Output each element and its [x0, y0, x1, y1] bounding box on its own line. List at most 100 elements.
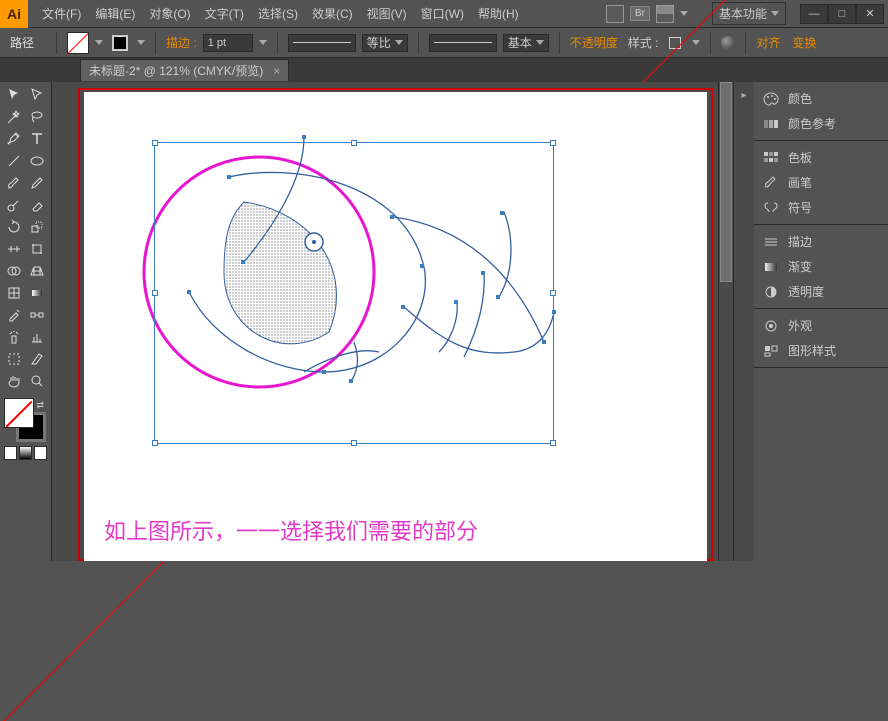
stroke-weight-input[interactable]: [203, 34, 253, 52]
transform-link[interactable]: 变换: [792, 34, 816, 51]
menu-window[interactable]: 窗口(W): [415, 1, 470, 26]
bbox-handle-s[interactable]: [351, 440, 357, 446]
stroke-weight-dd[interactable]: [259, 40, 267, 45]
canvas-area[interactable]: 如上图所示，一一选择我们需要的部分: [52, 82, 733, 561]
symbol-sprayer-tool[interactable]: [2, 326, 26, 348]
hand-tool[interactable]: [2, 370, 26, 392]
vertical-scrollbar[interactable]: [718, 82, 733, 561]
type-tool[interactable]: [26, 128, 50, 150]
scale-tool[interactable]: [26, 216, 50, 238]
panel-color[interactable]: 颜色: [754, 86, 888, 111]
panel-gradient[interactable]: 渐变: [754, 254, 888, 279]
swap-fill-stroke-icon[interactable]: ⇄: [36, 400, 44, 411]
stroke-label[interactable]: 描边 :: [166, 34, 197, 51]
window-close[interactable]: ✕: [856, 4, 884, 24]
layout-icon[interactable]: [606, 5, 624, 23]
paintbrush-tool[interactable]: [2, 172, 26, 194]
document-tab[interactable]: 未标题-2* @ 121% (CMYK/预览) ×: [80, 59, 289, 81]
menu-file[interactable]: 文件(F): [36, 1, 87, 26]
color-guide-icon: [762, 116, 780, 132]
title-bar: Ai 文件(F) 编辑(E) 对象(O) 文字(T) 选择(S) 效果(C) 视…: [0, 0, 888, 28]
style-dd[interactable]: [692, 40, 700, 45]
bbox-handle-ne[interactable]: [550, 140, 556, 146]
magic-wand-tool[interactable]: [2, 106, 26, 128]
fill-dd[interactable]: [95, 40, 103, 45]
line-tool[interactable]: [2, 150, 26, 172]
brush-dd[interactable]: 基本: [503, 34, 549, 52]
panel-stroke[interactable]: 描边: [754, 229, 888, 254]
width-tool[interactable]: [2, 238, 26, 260]
document-tab-bar: 未标题-2* @ 121% (CMYK/预览) ×: [0, 58, 888, 82]
window-minimize[interactable]: —: [800, 4, 828, 24]
menu-help[interactable]: 帮助(H): [472, 1, 525, 26]
stroke-swatch[interactable]: [109, 32, 131, 54]
recolor-button[interactable]: [721, 36, 735, 50]
bbox-handle-sw[interactable]: [152, 440, 158, 446]
panel-label: 色板: [788, 149, 812, 166]
panel-brushes[interactable]: 画笔: [754, 170, 888, 195]
fill-swatch[interactable]: [67, 32, 89, 54]
panel-appearance[interactable]: 外观: [754, 313, 888, 338]
menu-view[interactable]: 视图(V): [361, 1, 413, 26]
zoom-tool[interactable]: [26, 370, 50, 392]
mesh-tool[interactable]: [2, 282, 26, 304]
none-mode-btn[interactable]: [34, 446, 47, 460]
menu-select[interactable]: 选择(S): [252, 1, 304, 26]
panel-collapse-button[interactable]: ▸: [737, 88, 751, 102]
arrange-dd-arrow[interactable]: [680, 11, 688, 16]
ellipse-tool[interactable]: [26, 150, 50, 172]
width-ratio-dd[interactable]: 等比: [362, 34, 408, 52]
bbox-handle-e[interactable]: [550, 290, 556, 296]
gradient-mode-btn[interactable]: [19, 446, 32, 460]
slice-tool[interactable]: [26, 348, 50, 370]
brush-definition[interactable]: [429, 34, 497, 52]
free-transform-tool[interactable]: [26, 238, 50, 260]
blob-brush-tool[interactable]: [2, 194, 26, 216]
main-area: ⇄: [0, 82, 888, 561]
shape-builder-tool[interactable]: [2, 260, 26, 282]
direct-selection-tool[interactable]: [26, 84, 50, 106]
bridge-button[interactable]: Br: [630, 6, 650, 21]
panel-graphic-styles[interactable]: 图形样式: [754, 338, 888, 363]
scrollbar-thumb[interactable]: [720, 82, 732, 282]
workspace-dropdown[interactable]: 基本功能: [712, 2, 786, 25]
eraser-tool[interactable]: [26, 194, 50, 216]
eyedropper-tool[interactable]: [2, 304, 26, 326]
panel-swatches[interactable]: 色板: [754, 145, 888, 170]
graph-tool[interactable]: [26, 326, 50, 348]
align-link[interactable]: 对齐: [756, 34, 780, 51]
pencil-tool[interactable]: [26, 172, 50, 194]
menu-effect[interactable]: 效果(C): [306, 1, 359, 26]
panel-color-guide[interactable]: 颜色参考: [754, 111, 888, 136]
arrange-docs-button[interactable]: [656, 5, 674, 23]
blend-tool[interactable]: [26, 304, 50, 326]
pen-tool[interactable]: [2, 128, 26, 150]
selection-tool[interactable]: [2, 84, 26, 106]
menu-object[interactable]: 对象(O): [143, 1, 196, 26]
fill-stroke-picker[interactable]: ⇄: [2, 398, 48, 442]
lasso-tool[interactable]: [26, 106, 50, 128]
selection-bounding-box[interactable]: [154, 142, 554, 444]
color-mode-btn[interactable]: [4, 446, 17, 460]
selection-type-label: 路径: [10, 34, 34, 51]
bbox-handle-w[interactable]: [152, 290, 158, 296]
stroke-dd[interactable]: [137, 40, 145, 45]
menu-edit[interactable]: 编辑(E): [89, 1, 141, 26]
menu-bar: 文件(F) 编辑(E) 对象(O) 文字(T) 选择(S) 效果(C) 视图(V…: [28, 1, 525, 26]
tab-close-button[interactable]: ×: [273, 64, 280, 78]
perspective-tool[interactable]: [26, 260, 50, 282]
gradient-tool[interactable]: [26, 282, 50, 304]
artboard-tool[interactable]: [2, 348, 26, 370]
opacity-label[interactable]: 不透明度: [570, 34, 618, 51]
panel-symbols[interactable]: 符号: [754, 195, 888, 220]
panel-transparency[interactable]: 透明度: [754, 279, 888, 304]
bbox-handle-se[interactable]: [550, 440, 556, 446]
bbox-handle-nw[interactable]: [152, 140, 158, 146]
fill-color-swatch[interactable]: [4, 398, 34, 428]
window-maximize[interactable]: □: [828, 4, 856, 24]
bbox-handle-n[interactable]: [351, 140, 357, 146]
appearance-icon: [762, 318, 780, 334]
menu-type[interactable]: 文字(T): [199, 1, 250, 26]
variable-width-profile[interactable]: [288, 34, 356, 52]
rotate-tool[interactable]: [2, 216, 26, 238]
